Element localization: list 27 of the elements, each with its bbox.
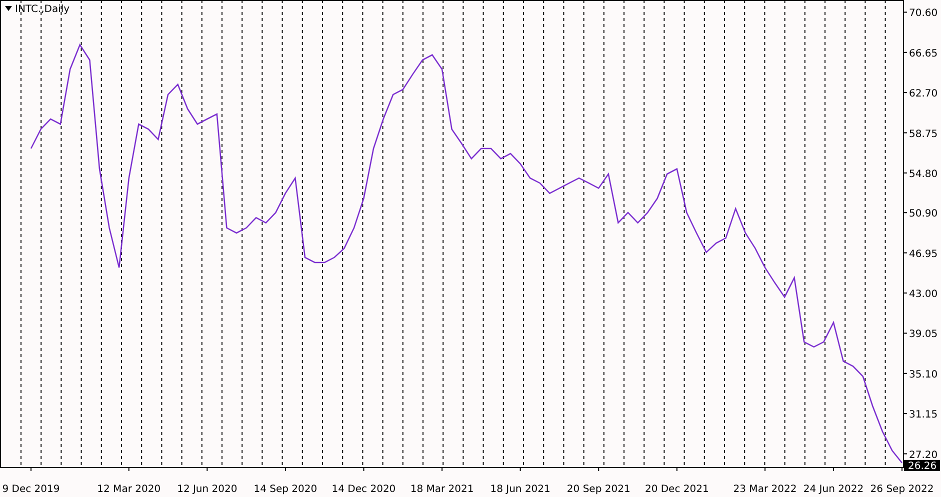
dropdown-triangle-icon[interactable] xyxy=(5,6,12,11)
price-axis-label: 46.95 xyxy=(909,248,938,260)
price-axis-label: 54.80 xyxy=(909,168,938,180)
price-axis-label: 35.10 xyxy=(909,369,938,380)
date-axis-label: 20 Sep 2021 xyxy=(566,484,630,495)
date-axis-label: 9 Dec 2019 xyxy=(2,484,60,495)
date-axis-label: 12 Jun 2020 xyxy=(177,484,238,495)
date-axis-label: 20 Dec 2021 xyxy=(644,484,709,495)
date-axis-label: 26 Sep 2022 xyxy=(870,484,934,495)
date-axis-label: 18 Jun 2021 xyxy=(490,484,550,495)
price-axis-label: 43.00 xyxy=(909,289,938,300)
date-axis-label: 18 Mar 2021 xyxy=(410,484,474,495)
date-axis-label: 23 Mar 2022 xyxy=(733,484,797,495)
price-axis-label: 39.05 xyxy=(909,329,938,340)
price-axis-label: 62.70 xyxy=(909,88,938,100)
price-axis-label: 70.60 xyxy=(909,8,938,20)
last-price-label: 26.26 xyxy=(904,460,940,472)
price-axis-label: 27.20 xyxy=(909,450,938,461)
date-axis-label: 14 Dec 2020 xyxy=(332,484,396,495)
price-axis-label: 66.65 xyxy=(909,48,938,60)
price-axis-label: 31.15 xyxy=(909,410,938,421)
price-axis-label: 50.90 xyxy=(909,208,938,220)
date-axis-label: 12 Mar 2020 xyxy=(97,484,161,495)
date-axis-label: 14 Sep 2020 xyxy=(254,484,318,495)
chart-title: INTC.,Daily xyxy=(15,4,70,15)
date-axis-label: 24 Jun 2022 xyxy=(803,484,864,495)
price-axis-label: 58.75 xyxy=(909,128,938,140)
